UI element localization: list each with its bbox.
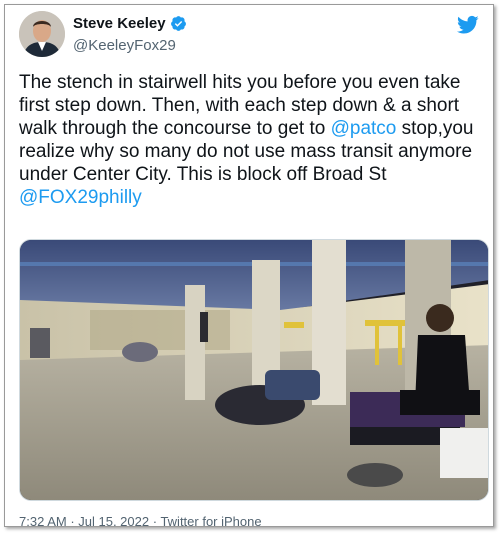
user-handle[interactable]: @KeeleyFox29 [73, 37, 176, 54]
tweet-date[interactable]: Jul 15, 2022 [78, 514, 149, 526]
tweet-metadata: 7:32 AM · Jul 15, 2022 · Twitter for iPh… [19, 514, 262, 527]
separator: · [66, 514, 79, 527]
subway-concourse-photo [20, 240, 488, 500]
avatar[interactable] [19, 11, 65, 57]
tweet-text: The stench in stairwell hits you before … [19, 71, 489, 209]
tweet-media-image[interactable] [19, 239, 489, 501]
display-name[interactable]: Steve Keeley [73, 15, 166, 32]
avatar-image [19, 11, 65, 57]
tweet-card: Steve Keeley @KeeleyFox29 The stench in … [4, 4, 494, 527]
tweet-source[interactable]: Twitter for iPhone [160, 514, 261, 526]
mention-link-patco[interactable]: @patco [331, 118, 397, 139]
separator: · [149, 514, 161, 527]
mention-link-fox29philly[interactable]: @FOX29philly [19, 187, 142, 208]
twitter-bird-icon[interactable] [457, 15, 479, 35]
verified-badge-icon [170, 16, 186, 31]
tweet-time[interactable]: 7:32 AM [19, 514, 67, 526]
